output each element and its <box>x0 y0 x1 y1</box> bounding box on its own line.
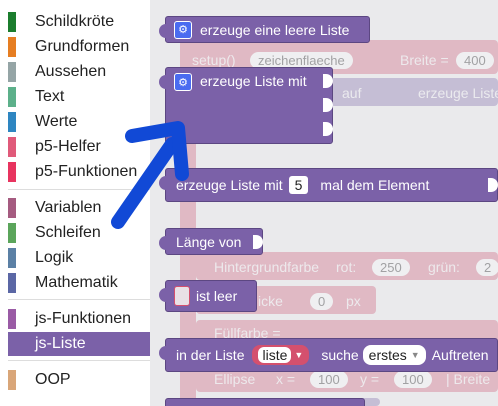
category-color-swatch <box>8 112 16 132</box>
category-label: Text <box>35 88 65 105</box>
index-of-block[interactable]: in der Liste liste ▼ suche erstes ▼ Auft… <box>159 338 498 372</box>
category-werte[interactable]: Werte <box>8 110 150 134</box>
block-label: erzeuge Liste mit <box>200 73 307 89</box>
gear-icon[interactable]: ⚙ <box>174 73 192 91</box>
category-color-swatch <box>8 309 16 329</box>
block-label: Länge von <box>176 233 242 250</box>
category-label: Variablen <box>35 199 102 216</box>
gear-icon[interactable]: ⚙ <box>174 20 192 39</box>
toolbox-separator <box>8 189 150 190</box>
category-label: Logik <box>35 249 74 266</box>
output-connector <box>159 75 167 89</box>
length-of-block[interactable]: Länge von <box>159 228 263 255</box>
category-label: Schildkröte <box>35 13 115 30</box>
category-mathematik[interactable]: Mathematik <box>8 271 150 295</box>
block-label-suffix: Auftreten <box>431 347 489 363</box>
occurrence-dropdown[interactable]: erstes ▼ <box>362 345 426 365</box>
category-label: Werte <box>35 113 78 130</box>
category-label: js-Liste <box>35 335 86 352</box>
category-color-swatch <box>8 162 16 182</box>
category-color-swatch <box>8 370 16 390</box>
input-socket[interactable] <box>253 235 263 249</box>
category-color-swatch <box>8 248 16 268</box>
is-empty-block[interactable]: ist leer <box>159 280 257 312</box>
chevron-down-icon: ▼ <box>410 350 420 360</box>
create-empty-list-block[interactable]: ⚙ erzeuge eine leere Liste <box>159 16 370 43</box>
category-label: Schleifen <box>35 224 101 241</box>
category-variablen[interactable]: Variablen <box>8 196 150 220</box>
toolbox-separator <box>8 360 150 361</box>
category-grundformen[interactable]: Grundformen <box>8 35 150 59</box>
category-oop[interactable]: OOP <box>8 368 150 392</box>
input-socket[interactable] <box>323 98 333 112</box>
category-color-swatch <box>8 12 16 32</box>
category-label: js-Funktionen <box>35 310 132 327</box>
category-label: Aussehen <box>35 63 107 80</box>
category-color-swatch <box>8 37 16 57</box>
output-connector <box>159 346 167 360</box>
output-connector <box>159 236 167 250</box>
toolbox-separator <box>8 299 150 300</box>
input-socket[interactable] <box>488 178 498 192</box>
list-variable-dropdown[interactable]: liste ▼ <box>252 345 310 365</box>
category-label: Grundformen <box>35 38 130 55</box>
category-text[interactable]: Text <box>8 85 150 109</box>
output-connector <box>159 176 167 190</box>
category-schleifen[interactable]: Schleifen <box>8 221 150 245</box>
category-p5-funktionen[interactable]: p5-Funktionen <box>8 160 150 184</box>
category-color-swatch <box>8 87 16 107</box>
category-schildkroete[interactable]: Schildkröte <box>8 10 150 34</box>
chevron-down-icon: ▼ <box>294 350 304 360</box>
partial-block[interactable] <box>165 398 365 406</box>
output-connector <box>159 288 167 302</box>
occurrence-value: erstes <box>368 347 407 363</box>
category-label: OOP <box>35 371 71 388</box>
category-color-swatch <box>8 223 16 243</box>
create-repeated-list-block[interactable]: erzeuge Liste mit 5 mal dem Element <box>159 168 498 202</box>
list-variable-value: liste <box>258 347 292 363</box>
category-color-swatch <box>8 198 16 218</box>
search-label: suche <box>321 347 359 363</box>
category-label: p5-Helfer <box>35 138 101 155</box>
output-connector <box>159 24 167 38</box>
workspace[interactable]: setup() zeichenflaeche Breite = 400 auf … <box>150 0 498 406</box>
block-label-suffix: mal dem Element <box>320 177 430 193</box>
category-color-swatch <box>8 62 16 82</box>
create-list-with-block[interactable]: ⚙ erzeuge Liste mit <box>159 67 333 144</box>
category-color-swatch <box>8 137 16 157</box>
block-label: ist leer <box>196 288 238 304</box>
input-socket[interactable] <box>174 286 190 306</box>
category-js-funktionen[interactable]: js-Funktionen <box>8 307 150 331</box>
input-socket[interactable] <box>323 74 333 88</box>
category-label: Mathematik <box>35 274 118 291</box>
block-label: erzeuge eine leere Liste <box>200 21 350 38</box>
category-p5-helfer[interactable]: p5-Helfer <box>8 135 150 159</box>
category-js-liste[interactable]: js-Liste <box>8 332 150 356</box>
toolbox: Schildkröte Grundformen Aussehen Text We… <box>0 0 151 406</box>
category-color-swatch <box>8 334 16 354</box>
block-label: erzeuge Liste mit <box>176 177 283 193</box>
category-label: p5-Funktionen <box>35 163 138 180</box>
category-color-swatch <box>8 273 16 293</box>
category-logik[interactable]: Logik <box>8 246 150 270</box>
repeat-count-field[interactable]: 5 <box>288 176 309 194</box>
category-aussehen[interactable]: Aussehen <box>8 60 150 84</box>
input-socket[interactable] <box>323 122 333 136</box>
block-label: in der Liste <box>176 347 245 363</box>
